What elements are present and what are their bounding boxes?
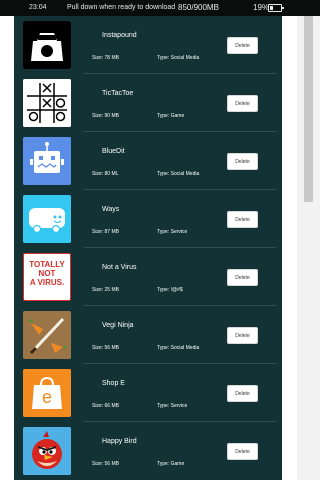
app-type: Type: Game <box>157 461 185 467</box>
app-type: Type: !@#$ <box>157 287 183 293</box>
app-name: Instapound <box>102 32 137 39</box>
battery-icon <box>268 4 284 12</box>
tic-tac-toe-icon <box>23 79 71 127</box>
status-time: 23:04 <box>29 4 47 11</box>
carrot-sword-icon <box>23 311 71 359</box>
status-bar: 23:04 Pull down when ready to download 8… <box>0 0 320 16</box>
list-item: Happy Bird Size: 56 MB Type: Game Delete <box>14 422 282 480</box>
app-list[interactable]: Instapound Size: 78 MB Type: Social Medi… <box>14 16 282 480</box>
app-name: BlueDit <box>102 148 125 155</box>
list-item: Ways Size: 87 MB Type: Service Delete <box>14 190 282 248</box>
app-name: Happy Bird <box>102 438 137 445</box>
app-name: Shop E <box>102 380 125 387</box>
delete-button[interactable]: Delete <box>227 327 258 344</box>
app-name: TicTacToe <box>102 90 134 97</box>
app-type: Type: Social Media <box>157 345 200 351</box>
app-type: Type: Service <box>157 403 188 409</box>
icon-letter: e <box>41 387 52 407</box>
icon-text-line: NOT <box>38 269 56 278</box>
list-item: Vegi Ninja Size: 56 MB Type: Social Medi… <box>14 306 282 364</box>
icon-text-line: A VIRUS. <box>29 278 65 287</box>
delete-button[interactable]: Delete <box>227 269 258 286</box>
app-size: Size: 80 ML <box>92 171 119 177</box>
app-size: Size: 90 MB <box>92 113 119 119</box>
delete-button[interactable]: Delete <box>227 95 258 112</box>
app-size: Size: 25 MB <box>92 287 119 293</box>
app-size: Size: 56 MB <box>92 345 119 351</box>
bus-icon <box>23 195 71 243</box>
list-item: BlueDit Size: 80 ML Type: Social Media D… <box>14 132 282 190</box>
angry-bird-icon <box>23 427 71 475</box>
robot-icon <box>23 137 71 185</box>
scrollbar-thumb[interactable] <box>304 16 313 202</box>
app-size: Size: 66 MB <box>92 403 119 409</box>
app-size: Size: 78 MB <box>92 55 119 61</box>
app-type: Type: Service <box>157 229 188 235</box>
app-type: Type: Social Media <box>157 171 200 177</box>
app-size: Size: 87 MB <box>92 229 119 235</box>
list-item: TOTALLY NOT A VIRUS. Not a Virus Size: 2… <box>14 248 282 306</box>
list-item: e Shop E Size: 66 MB Type: Service Delet… <box>14 364 282 422</box>
app-type: Type: Social Media <box>157 55 200 61</box>
delete-button[interactable]: Delete <box>227 37 258 54</box>
app-size: Size: 56 MB <box>92 461 119 467</box>
list-item: TicTacToe Size: 90 MB Type: Game Delete <box>14 74 282 132</box>
app-type: Type: Game <box>157 113 185 119</box>
delete-button[interactable]: Delete <box>227 211 258 228</box>
app-name: Ways <box>102 206 120 213</box>
storage-indicator: 850/900MB <box>178 3 219 12</box>
app-name: Not a Virus <box>102 264 137 271</box>
list-item: Instapound Size: 78 MB Type: Social Medi… <box>14 16 282 74</box>
delete-button[interactable]: Delete <box>227 153 258 170</box>
status-message: Pull down when ready to download <box>67 4 176 11</box>
app-name: Vegi Ninja <box>102 322 134 329</box>
not-a-virus-icon: TOTALLY NOT A VIRUS. <box>23 253 71 301</box>
camera-bag-icon <box>23 21 71 69</box>
shopping-bag-icon: e <box>23 369 71 417</box>
delete-button[interactable]: Delete <box>227 385 258 402</box>
icon-text-line: TOTALLY <box>29 260 65 269</box>
battery-percentage: 19% <box>253 3 270 12</box>
delete-button[interactable]: Delete <box>227 443 258 460</box>
